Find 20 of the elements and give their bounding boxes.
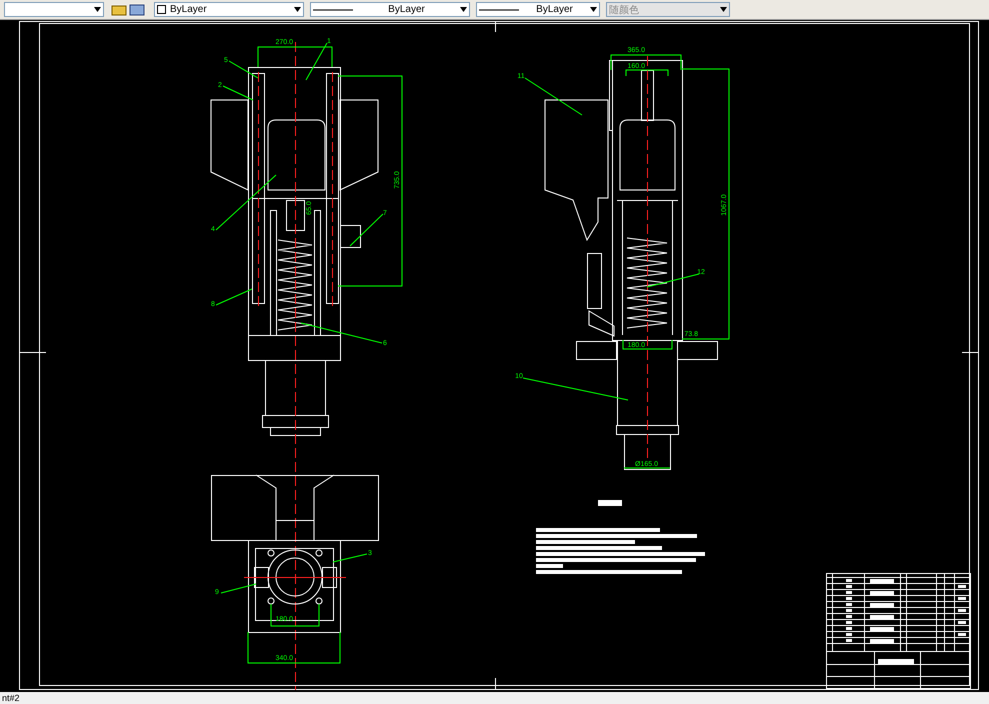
property-dropdown[interactable]: ByLayer	[154, 2, 304, 17]
caret-icon	[294, 7, 301, 12]
property-dropdown[interactable]: ByLayer	[476, 2, 600, 17]
leader-line	[228, 60, 258, 78]
leader-line	[524, 78, 582, 116]
caret-icon	[590, 7, 597, 12]
caret-icon	[460, 7, 467, 12]
leader-line	[220, 584, 256, 594]
leader-line	[646, 274, 700, 288]
leader-line	[306, 42, 328, 80]
color-swatch-icon	[157, 5, 166, 14]
leader-line	[332, 554, 368, 562]
caret-icon	[94, 7, 101, 12]
leader-line	[350, 214, 384, 246]
caret-icon	[720, 7, 727, 12]
leader-line	[216, 174, 276, 230]
dropdown[interactable]	[4, 2, 104, 17]
leader-line	[222, 86, 254, 100]
property-dropdown[interactable]: ByLayer	[310, 2, 470, 17]
leader-line	[216, 288, 252, 306]
